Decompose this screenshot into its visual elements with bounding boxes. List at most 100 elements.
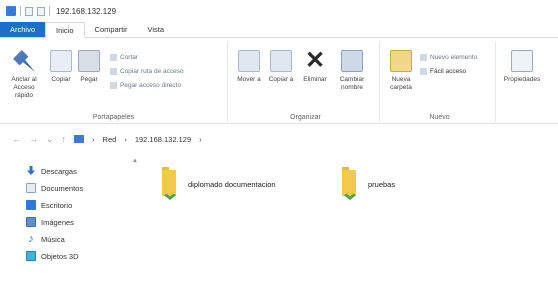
group-label: Portapapeles xyxy=(92,114,135,121)
copy-icon xyxy=(50,50,72,72)
copy-to-label: Copiar a xyxy=(268,76,294,83)
nav-item-escritorio[interactable]: Escritorio xyxy=(26,200,72,210)
scissors-icon xyxy=(110,54,117,61)
nav-item-label: Documentos xyxy=(41,183,84,193)
move-to-button[interactable]: Mover a xyxy=(234,50,264,84)
nav-item-documentos[interactable]: Documentos xyxy=(26,183,83,193)
3d-objects-icon xyxy=(26,251,36,261)
copy-button[interactable]: Copiar xyxy=(48,50,74,84)
properties-quick-icon[interactable] xyxy=(25,6,33,16)
folder-item[interactable]: pruebas xyxy=(340,166,395,202)
copy-to-icon xyxy=(270,50,292,72)
new-item-label: Nuevo elemento xyxy=(430,54,478,61)
rename-button[interactable]: Cambiar nombre xyxy=(334,50,370,92)
new-item-icon xyxy=(420,54,427,61)
title-bar: 192.168.132.129 xyxy=(0,0,558,22)
address-bar: ← → ⌄ ↑ › Red › 192.168.132.129 › xyxy=(0,130,558,148)
ribbon: Anclar al Acceso rápido Copiar Pegar Cor… xyxy=(0,38,558,124)
cut-button[interactable]: Cortar xyxy=(110,54,138,61)
nav-item-label: Imágenes xyxy=(41,217,74,227)
group-label: Nuevo xyxy=(429,114,450,121)
nav-item-musica[interactable]: ♪ Música xyxy=(26,233,65,245)
nav-item-label: Escritorio xyxy=(41,200,73,210)
group-nuevo: Nueva carpeta Nuevo elemento Fácil acces… xyxy=(384,42,496,122)
up-arrow-icon[interactable]: ↑ xyxy=(62,134,67,144)
back-arrow-icon[interactable]: ← xyxy=(12,134,21,144)
tab-compartir[interactable]: Compartir xyxy=(85,22,138,37)
network-icon xyxy=(74,135,85,143)
separator xyxy=(49,6,50,16)
download-icon xyxy=(27,166,35,175)
forward-arrow-icon[interactable]: → xyxy=(29,134,38,144)
copy-path-icon xyxy=(110,68,117,75)
new-folder-icon xyxy=(390,50,412,72)
nav-item-imagenes[interactable]: Imágenes xyxy=(26,217,74,227)
scroll-up-icon[interactable]: ▲ xyxy=(132,158,138,164)
move-icon xyxy=(238,50,260,72)
pin-quick-access-button[interactable]: Anclar al Acceso rápido xyxy=(4,50,44,100)
crumb-red[interactable]: Red xyxy=(103,135,117,144)
new-folder-quick-icon[interactable] xyxy=(37,6,45,16)
separator xyxy=(20,6,21,16)
group-abrir: Propiedades xyxy=(500,42,558,122)
nav-item-label: Música xyxy=(41,234,65,244)
tab-vista[interactable]: Vista xyxy=(137,22,174,37)
new-item-button[interactable]: Nuevo elemento xyxy=(420,54,477,61)
move-label: Mover a xyxy=(237,76,261,83)
pin-label: Anclar al Acceso rápido xyxy=(11,76,37,99)
network-folder-icon xyxy=(160,166,180,202)
nav-item-label: Objetos 3D xyxy=(41,251,79,261)
delete-x-icon: ✕ xyxy=(304,47,326,74)
copy-path-label: Copiar ruta de acceso xyxy=(120,68,184,75)
crumb-separator: › xyxy=(124,134,127,144)
properties-icon xyxy=(511,50,533,72)
window-title: 192.168.132.129 xyxy=(56,6,117,16)
recent-locations-icon[interactable]: ⌄ xyxy=(46,134,54,145)
nav-item-label: Descargas xyxy=(41,166,77,176)
desktop-icon xyxy=(26,200,36,210)
ribbon-tabs: Archivo Inicio Compartir Vista xyxy=(0,22,558,38)
crumb-host[interactable]: 192.168.132.129 xyxy=(135,135,191,144)
pictures-icon xyxy=(26,217,36,227)
tab-inicio[interactable]: Inicio xyxy=(45,22,85,38)
new-folder-button[interactable]: Nueva carpeta xyxy=(386,50,416,92)
copy-label: Copiar xyxy=(51,76,71,83)
group-organizar: Mover a Copiar a ✕ Eliminar Cambiar nomb… xyxy=(232,42,380,122)
content-pane: diplomado documentacion pruebas xyxy=(150,158,558,281)
paste-shortcut-label: Pegar acceso directo xyxy=(120,82,182,89)
paste-shortcut-button[interactable]: Pegar acceso directo xyxy=(110,82,181,89)
tab-archivo[interactable]: Archivo xyxy=(0,22,46,37)
delete-label: Eliminar xyxy=(303,76,327,83)
rename-label: Cambiar nombre xyxy=(339,76,365,91)
paste-button[interactable]: Pegar xyxy=(76,50,102,84)
new-folder-label: Nueva carpeta xyxy=(390,76,412,91)
navigation-pane: ▲ Descargas Documentos Escritorio Imágen… xyxy=(0,158,140,281)
folder-icon xyxy=(6,6,16,16)
folder-item[interactable]: diplomado documentacion xyxy=(160,166,276,202)
music-icon: ♪ xyxy=(28,233,34,245)
copy-to-button[interactable]: Copiar a xyxy=(266,50,296,84)
delete-button[interactable]: ✕ Eliminar xyxy=(298,47,332,84)
paste-icon xyxy=(78,50,100,72)
rename-icon xyxy=(341,50,363,72)
paste-shortcut-icon xyxy=(110,82,117,89)
easy-access-icon xyxy=(420,68,427,75)
network-folder-icon xyxy=(340,166,360,202)
crumb-separator: › xyxy=(92,134,95,144)
documents-icon xyxy=(26,183,36,193)
paste-label: Pegar xyxy=(80,76,98,83)
group-portapapeles: Anclar al Acceso rápido Copiar Pegar Cor… xyxy=(0,42,228,122)
easy-access-label: Fácil acceso xyxy=(430,68,467,75)
nav-item-objetos-3d[interactable]: Objetos 3D xyxy=(26,251,79,261)
copy-path-button[interactable]: Copiar ruta de acceso xyxy=(110,68,184,75)
folder-name: diplomado documentacion xyxy=(188,180,276,189)
cut-label: Cortar xyxy=(120,54,139,61)
group-label: Organizar xyxy=(290,114,321,121)
folder-name: pruebas xyxy=(368,180,396,189)
properties-label: Propiedades xyxy=(503,76,541,83)
nav-item-descargas[interactable]: Descargas xyxy=(26,166,77,176)
properties-button[interactable]: Propiedades xyxy=(502,50,542,84)
easy-access-button[interactable]: Fácil acceso xyxy=(420,68,466,75)
crumb-separator: › xyxy=(199,134,202,144)
pin-icon xyxy=(13,50,35,72)
